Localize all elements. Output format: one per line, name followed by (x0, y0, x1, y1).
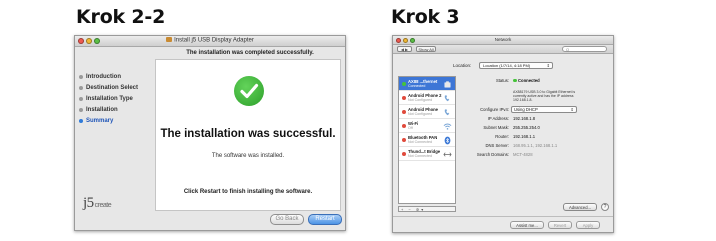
service-android-phone-2[interactable]: Android Phone 2 Not Configured (399, 91, 455, 105)
step-destination-select: Destination Select (79, 82, 153, 93)
service-android-phone[interactable]: Android Phone Not Configured (399, 105, 455, 119)
bottom-divider (393, 216, 613, 217)
step-installation: Installation (79, 104, 153, 115)
step-dot-icon (79, 118, 83, 123)
go-back-button[interactable]: Go Back (270, 214, 304, 225)
service-list-controls[interactable]: + − ✲▾ (398, 206, 456, 212)
status-dot-icon (402, 124, 406, 128)
location-select[interactable]: Location (1/7/14, 4:18 PM) ⇕ (479, 62, 553, 69)
success-heading: The installation was successful. (160, 128, 336, 140)
configure-ipv4-select[interactable]: Using DHCP ⇕ (511, 106, 577, 113)
status-dot-icon (513, 78, 517, 83)
dropdown-arrows-icon: ⇕ (570, 107, 574, 112)
apply-button[interactable]: Apply (576, 221, 600, 229)
status-dot-icon (402, 82, 406, 86)
status-dot-icon (402, 96, 406, 100)
status-dot-icon (402, 138, 406, 142)
step-dot-icon (79, 85, 83, 90)
service-wifi[interactable]: Wi-Fi Off (399, 119, 455, 133)
dns-server-value: 168.95.1.1, 192.168.1.1 (513, 143, 558, 148)
installer-steps-sidebar: Introduction Destination Select Installa… (79, 71, 153, 126)
phone-icon (444, 109, 450, 116)
phone-icon (444, 95, 450, 102)
installer-window: Install j5 USB Display Adapter The insta… (74, 35, 346, 231)
bluetooth-icon (444, 136, 451, 145)
installed-message: The software was installed. (211, 153, 285, 159)
status-dot-icon (402, 152, 406, 156)
network-preferences-window: Network ◀ ▶ Show All Q Location: Locatio… (392, 35, 614, 233)
network-services-list: AX88 ...thernet Connected Android Phone … (398, 76, 456, 204)
location-label: Location: (453, 63, 472, 68)
status-value: Connected (518, 78, 540, 83)
search-input[interactable]: Q (562, 46, 607, 52)
installer-header: The installation was completed successfu… (186, 50, 314, 56)
restart-button[interactable]: Restart (308, 214, 342, 225)
assist-me-button[interactable]: Assist me... (510, 221, 544, 229)
subnet-mask-value: 255.255.254.0 (513, 125, 540, 130)
back-forward-buttons[interactable]: ◀ ▶ (397, 46, 412, 52)
network-window-title: Network (494, 37, 512, 42)
router-value: 192.168.1.1 (513, 134, 536, 139)
installer-content-panel: The installation was successful. The sof… (155, 59, 341, 211)
ethernet-icon (444, 81, 451, 88)
service-thunderbolt-bridge[interactable]: Thund...t Bridge Not Connected (399, 147, 455, 161)
status-dot-icon (402, 110, 406, 114)
bridge-icon (443, 152, 452, 157)
network-titlebar: Network (393, 36, 613, 45)
step-summary: Summary (79, 115, 153, 126)
step-3-heading: Krok 3 (391, 6, 460, 28)
service-bluetooth-pan[interactable]: Bluetooth PAN Not Connected (399, 133, 455, 147)
search-domains-value: MCT-4828 (513, 152, 533, 157)
restart-instruction: Click Restart to finish installing the s… (183, 189, 313, 195)
revert-button[interactable]: Revert (548, 221, 572, 229)
advanced-button[interactable]: Advanced... (563, 203, 597, 211)
installer-window-title: Install j5 USB Display Adapter (174, 37, 254, 44)
dropdown-arrows-icon: ⇕ (546, 63, 550, 68)
network-toolbar: ◀ ▶ Show All Q (393, 45, 613, 54)
j5create-logo: j5create (83, 195, 112, 211)
package-icon (166, 37, 173, 42)
step-installation-type: Installation Type (79, 93, 153, 104)
help-icon[interactable]: ? (601, 203, 609, 211)
status-description: AX88179 USB 3.0 to Gigabit Ethernet is c… (513, 90, 576, 103)
step-dot-icon (79, 107, 83, 112)
show-all-button[interactable]: Show All (416, 46, 436, 52)
step-2-2-heading: Krok 2-2 (76, 6, 166, 28)
step-dot-icon (79, 74, 83, 79)
step-dot-icon (79, 96, 83, 101)
wifi-icon (443, 123, 452, 130)
step-introduction: Introduction (79, 71, 153, 82)
service-ax88-ethernet[interactable]: AX88 ...thernet Connected (399, 77, 455, 91)
ip-address-value: 192.168.1.8 (513, 116, 536, 121)
installer-titlebar: Install j5 USB Display Adapter (75, 36, 345, 47)
success-checkmark-icon (234, 76, 264, 106)
